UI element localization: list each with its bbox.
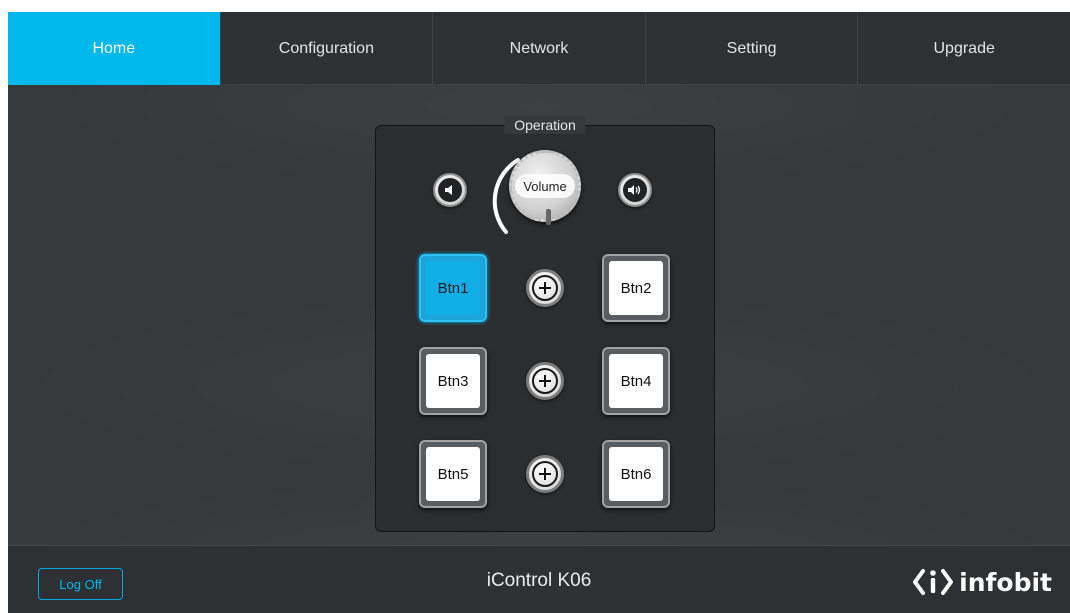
btn4-button[interactable]: Btn4	[602, 347, 670, 415]
btn3-label: Btn3	[426, 354, 480, 408]
btn5-button[interactable]: Btn5	[419, 440, 487, 508]
btn6-button[interactable]: Btn6	[602, 440, 670, 508]
brand-logo: infobit	[913, 565, 1052, 599]
footer: Log Off iControl K06 infobit	[8, 545, 1070, 613]
volume-knob[interactable]: Volume	[509, 150, 581, 225]
operation-panel: Operation Volume Btn1 Btn2 Btn3 Btn4 Btn…	[375, 116, 715, 532]
brand-name: infobit	[959, 567, 1052, 597]
btn2-button[interactable]: Btn2	[602, 254, 670, 322]
btn3-button[interactable]: Btn3	[419, 347, 487, 415]
plus-icon	[532, 368, 558, 394]
main-area: Operation Volume Btn1 Btn2 Btn3 Btn4 Btn…	[8, 85, 1070, 545]
app-window: Home Configuration Network Setting Upgra…	[8, 12, 1070, 613]
tab-setting[interactable]: Setting	[646, 12, 859, 85]
volume-control[interactable]: Volume	[488, 144, 598, 234]
plus-icon	[532, 461, 558, 487]
plus-button-row2[interactable]	[526, 362, 564, 400]
tab-network[interactable]: Network	[433, 12, 646, 85]
btn6-label: Btn6	[609, 447, 663, 501]
volume-up-icon	[623, 178, 647, 202]
panel-title: Operation	[504, 116, 586, 134]
btn4-label: Btn4	[609, 354, 663, 408]
tab-upgrade[interactable]: Upgrade	[858, 12, 1070, 85]
tab-configuration[interactable]: Configuration	[221, 12, 434, 85]
volume-up-button[interactable]	[618, 173, 652, 207]
tab-home[interactable]: Home	[8, 12, 221, 85]
plus-button-row3[interactable]	[526, 455, 564, 493]
btn5-label: Btn5	[426, 447, 480, 501]
volume-label: Volume	[515, 174, 575, 198]
infobit-logo-icon	[913, 569, 954, 595]
knob-indicator	[546, 209, 551, 225]
plus-button-row1[interactable]	[526, 269, 564, 307]
device-name: iControl K06	[486, 570, 592, 591]
btn1-button[interactable]: Btn1	[419, 254, 487, 322]
btn1-label: Btn1	[426, 261, 480, 315]
volume-down-icon	[438, 178, 462, 202]
volume-down-button[interactable]	[433, 173, 467, 207]
btn2-label: Btn2	[609, 261, 663, 315]
top-nav: Home Configuration Network Setting Upgra…	[8, 12, 1070, 85]
plus-icon	[532, 275, 558, 301]
